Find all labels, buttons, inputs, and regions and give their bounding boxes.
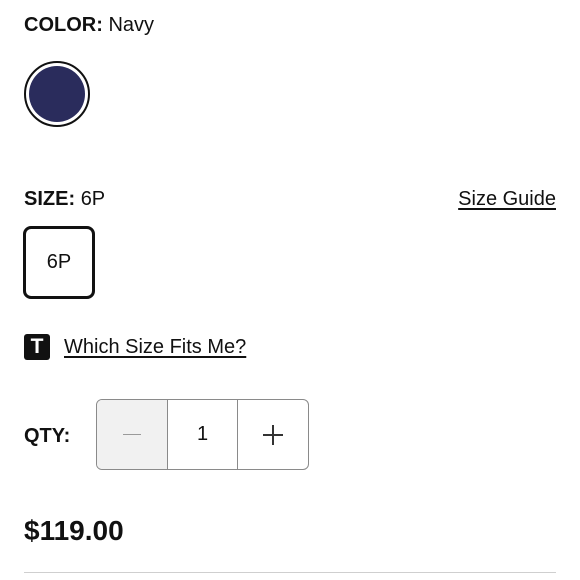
color-swatch-fill bbox=[29, 66, 85, 122]
size-guide-link[interactable]: Size Guide bbox=[458, 186, 556, 212]
true-fit-t-icon: T bbox=[24, 334, 50, 360]
size-label: SIZE: bbox=[24, 188, 76, 210]
color-heading: COLOR: Navy bbox=[24, 12, 154, 38]
size-option-6p[interactable]: 6P bbox=[23, 226, 95, 299]
decrease-quantity-button[interactable] bbox=[97, 400, 168, 469]
increase-quantity-button[interactable] bbox=[237, 400, 308, 469]
divider bbox=[24, 572, 556, 573]
minus-icon bbox=[123, 433, 141, 436]
quantity-label: QTY: bbox=[24, 425, 71, 447]
color-value: Navy bbox=[108, 14, 155, 36]
size-heading: SIZE: 6P bbox=[24, 186, 105, 212]
fit-finder: T Which Size Fits Me? bbox=[24, 334, 246, 360]
product-price: $119.00 bbox=[24, 515, 124, 546]
plus-icon bbox=[263, 424, 283, 445]
quantity-value[interactable]: 1 bbox=[168, 400, 237, 469]
product-options-panel: COLOR: Navy SIZE: 6P Size Guide 6P T Whi… bbox=[0, 0, 580, 580]
color-label: COLOR: bbox=[24, 14, 103, 36]
which-size-fits-link[interactable]: Which Size Fits Me? bbox=[64, 334, 246, 360]
quantity-stepper: 1 bbox=[96, 399, 309, 470]
size-option-label: 6P bbox=[46, 251, 72, 273]
color-swatch-navy[interactable] bbox=[24, 61, 90, 127]
size-value: 6P bbox=[80, 188, 106, 210]
